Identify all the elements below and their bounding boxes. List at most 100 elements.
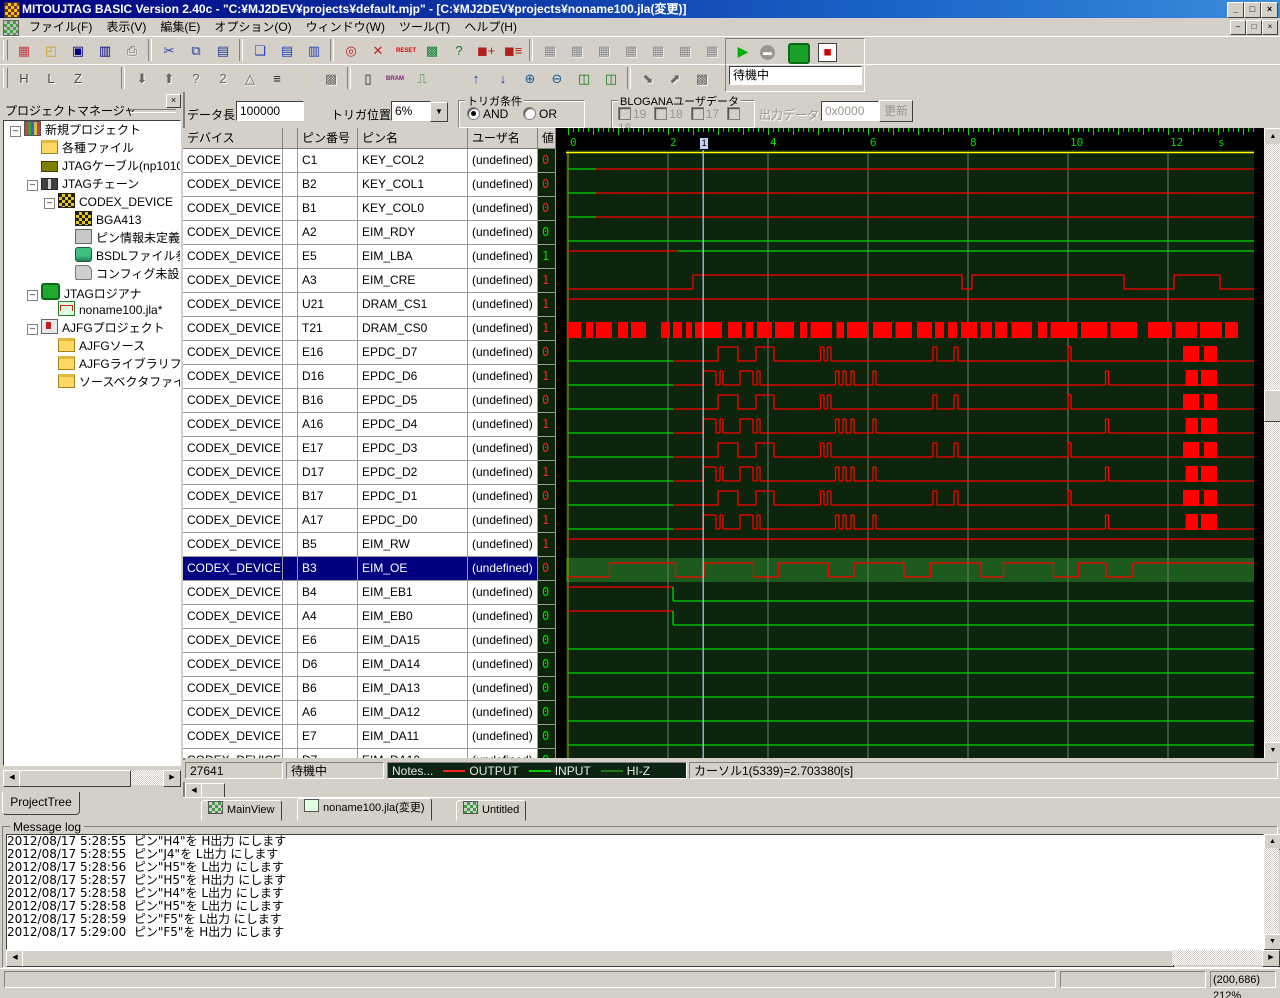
tree-item-3[interactable]: – JTAGチェーン bbox=[4, 175, 180, 193]
view-tab-1[interactable]: noname100.jla(変更) bbox=[297, 798, 432, 821]
tile-horizontal-button[interactable]: ▤ bbox=[274, 38, 300, 64]
minimize-button[interactable]: _ bbox=[1227, 2, 1244, 18]
tree-item-14[interactable]: ソースベクタファイル bbox=[4, 373, 180, 391]
disconnect-device-button[interactable]: ✕ bbox=[365, 38, 391, 64]
save-button[interactable]: ▣ bbox=[65, 38, 91, 64]
log-scroll-right-icon[interactable]: ▶ bbox=[1262, 950, 1280, 967]
run-status-field[interactable]: 待機中 bbox=[729, 66, 862, 85]
menu-item-2[interactable]: 編集(E) bbox=[153, 18, 207, 36]
mdi-minimize-button[interactable]: – bbox=[1230, 20, 1246, 35]
column-header-3[interactable]: ピン名 bbox=[358, 128, 468, 149]
trigger-position-select[interactable]: 6% bbox=[391, 101, 431, 121]
legend-notes[interactable]: Notes... bbox=[392, 764, 433, 778]
zoom-sel-button[interactable]: ◫ bbox=[598, 66, 624, 92]
wave-scroll-down-icon[interactable]: ▼ bbox=[1264, 742, 1280, 758]
waveform-canvas[interactable] bbox=[566, 150, 1254, 758]
timeline-ruler[interactable]: 0 2 4 6 8 10 12 s 1 bbox=[566, 128, 1280, 150]
message-log-list[interactable]: 2012/08/17 5:28:55 ピン"H4"を H出力 にします 2012/… bbox=[6, 834, 1264, 950]
tree-item-1[interactable]: 各種ファイル bbox=[4, 139, 180, 157]
tree-item-7[interactable]: BSDLファイル参照 bbox=[4, 247, 180, 265]
column-header-5[interactable]: 値 bbox=[538, 128, 556, 149]
log-vscrollbar-track[interactable] bbox=[1264, 848, 1279, 934]
tree-item-9[interactable]: – JTAGロジアナ bbox=[4, 283, 180, 301]
tree-item-4[interactable]: – CODEX_DEVICE bbox=[4, 193, 180, 211]
column-header-2[interactable]: ピン番号 bbox=[298, 128, 358, 149]
menu-item-4[interactable]: ウィンドウ(W) bbox=[299, 18, 392, 36]
pulse-button[interactable]: ⎍ bbox=[409, 66, 435, 92]
log-scroll-down-icon[interactable]: ▼ bbox=[1264, 934, 1280, 950]
tab-project-tree[interactable]: ProjectTree bbox=[2, 792, 80, 815]
menu-item-3[interactable]: オプション(O) bbox=[207, 18, 298, 36]
add-watch-list-button[interactable]: ◼≡ bbox=[500, 38, 526, 64]
copy-button[interactable]: ⧉ bbox=[183, 38, 209, 64]
tree-item-2[interactable]: JTAGケーブル(np1010) bbox=[4, 157, 180, 175]
trigger-position-dropdown-icon[interactable]: ▼ bbox=[430, 102, 448, 122]
menu-item-1[interactable]: 表示(V) bbox=[99, 18, 153, 36]
view-tab-0[interactable]: MainView bbox=[201, 800, 282, 821]
logana-run-icon[interactable] bbox=[788, 43, 810, 64]
log-hscrollbar-thumb[interactable] bbox=[22, 950, 1174, 967]
tile-vertical-button[interactable]: ▥ bbox=[301, 38, 327, 64]
add-watch-button[interactable]: ◼+ bbox=[473, 38, 499, 64]
radio-and[interactable]: AND bbox=[467, 107, 508, 121]
mdi-restore-button[interactable]: □ bbox=[1246, 20, 1262, 35]
zoom-in-button[interactable]: ⊕ bbox=[517, 66, 543, 92]
data-length-input[interactable]: 100000 bbox=[236, 101, 304, 121]
scroll-up-button[interactable]: ↑ bbox=[463, 66, 489, 92]
halt-button[interactable]: ▬ bbox=[760, 45, 775, 60]
tree-item-13[interactable]: AJFGライブラリファイル bbox=[4, 355, 180, 373]
checkbox-icon[interactable] bbox=[654, 107, 668, 120]
tree-item-12[interactable]: AJFGソース bbox=[4, 337, 180, 355]
zoom-fit-button[interactable]: ◫ bbox=[571, 66, 597, 92]
menu-item-6[interactable]: ヘルプ(H) bbox=[457, 18, 524, 36]
panel-close-icon[interactable]: × bbox=[166, 94, 181, 108]
mdi-child-icon[interactable] bbox=[3, 20, 19, 36]
new-project-button[interactable]: ▦ bbox=[11, 38, 37, 64]
reset-button[interactable]: RESET bbox=[392, 38, 418, 64]
tree-scroll-right-icon[interactable]: ▶ bbox=[163, 770, 181, 787]
save-as-button[interactable]: ▥ bbox=[92, 38, 118, 64]
checkbox-icon[interactable] bbox=[727, 107, 741, 120]
column-header-0[interactable]: デバイス bbox=[183, 128, 283, 149]
close-button[interactable]: × bbox=[1261, 2, 1278, 18]
tree-item-5[interactable]: BGA413 bbox=[4, 211, 180, 229]
mdi-close-button[interactable]: × bbox=[1262, 20, 1278, 35]
menu-item-0[interactable]: ファイル(F) bbox=[22, 18, 99, 36]
checkbox-icon[interactable] bbox=[690, 107, 704, 120]
tree-item-11[interactable]: – AJFGプロジェクト bbox=[4, 319, 180, 337]
new-wave-button[interactable]: ▯ bbox=[355, 66, 381, 92]
register-list-button[interactable]: ≡ bbox=[264, 66, 290, 92]
blogana-checkbox-19[interactable]: 19 bbox=[618, 107, 646, 121]
tree-item-6[interactable]: ピン情報未定義 bbox=[4, 229, 180, 247]
tree-expand-icon[interactable]: – bbox=[44, 198, 55, 209]
checkbox-icon[interactable] bbox=[618, 107, 631, 120]
stop-button[interactable]: ◼ bbox=[818, 43, 837, 62]
scan-device-button[interactable]: ▩ bbox=[419, 38, 445, 64]
open-button[interactable]: ◰ bbox=[38, 38, 64, 64]
tree-scrollbar-thumb[interactable] bbox=[19, 770, 131, 787]
tree-item-8[interactable]: コンフィグ未設定 bbox=[4, 265, 180, 283]
log-hscrollbar-track[interactable] bbox=[1172, 950, 1262, 965]
paste-button[interactable]: ▤ bbox=[210, 38, 236, 64]
maximize-button[interactable]: □ bbox=[1244, 2, 1261, 18]
scroll-down-button[interactable]: ↓ bbox=[490, 66, 516, 92]
cascade-windows-button[interactable]: ❏ bbox=[247, 38, 273, 64]
tree-expand-icon[interactable]: – bbox=[27, 180, 38, 191]
tree-item-0[interactable]: – 新規プロジェクト bbox=[4, 121, 180, 139]
tree-expand-icon[interactable]: – bbox=[10, 126, 21, 137]
cut-button[interactable]: ✂ bbox=[156, 38, 182, 64]
output-data-input[interactable]: 0x0000 bbox=[821, 101, 879, 121]
menu-item-5[interactable]: ツール(T) bbox=[392, 18, 457, 36]
radio-or-icon[interactable] bbox=[523, 107, 536, 120]
tree-item-10[interactable]: noname100.jla* bbox=[4, 301, 180, 319]
wave-scrollbar-track[interactable] bbox=[1264, 144, 1280, 742]
radio-or[interactable]: OR bbox=[523, 107, 557, 121]
extest-button[interactable]: ? bbox=[446, 38, 472, 64]
blogana-checkbox-18[interactable]: 18 bbox=[654, 107, 683, 121]
tree-expand-icon[interactable]: – bbox=[27, 324, 38, 335]
radio-and-icon[interactable] bbox=[467, 107, 480, 120]
tree-expand-icon[interactable]: – bbox=[27, 290, 38, 301]
update-button[interactable]: 更新 bbox=[879, 100, 913, 122]
bram-button[interactable]: BRAM bbox=[382, 66, 408, 92]
view-tab-2[interactable]: Untitled bbox=[456, 800, 527, 821]
